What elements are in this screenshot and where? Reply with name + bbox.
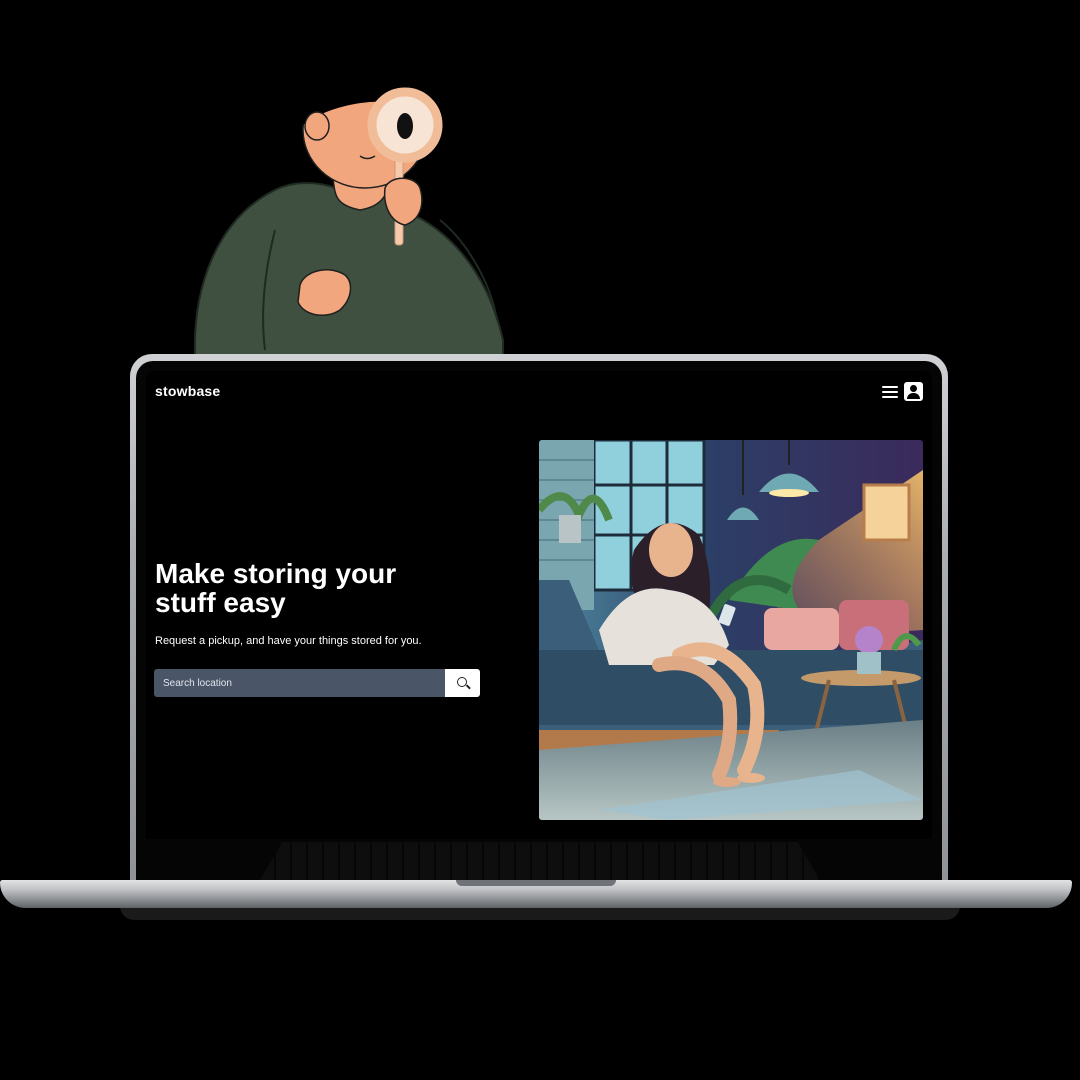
header-actions bbox=[882, 382, 923, 401]
laptop-screen: stowbase Make storing your stuff easy Re… bbox=[146, 371, 932, 839]
hero-subtitle: Request a pickup, and have your things s… bbox=[155, 635, 422, 647]
search-location-input[interactable] bbox=[154, 669, 445, 697]
hero-title: Make storing your stuff easy bbox=[155, 558, 397, 618]
laptop-base-shadow bbox=[120, 906, 960, 920]
laptop-opening-notch bbox=[456, 880, 616, 886]
hamburger-menu-icon[interactable] bbox=[882, 385, 898, 398]
user-account-icon[interactable] bbox=[904, 382, 923, 401]
keyboard-reflection bbox=[260, 842, 820, 880]
brand-logo[interactable]: stowbase bbox=[155, 383, 220, 399]
stage: stowbase Make storing your stuff easy Re… bbox=[0, 0, 1080, 1080]
person-with-magnifier-illustration bbox=[193, 70, 504, 361]
search-button[interactable] bbox=[445, 669, 480, 697]
location-search bbox=[154, 669, 480, 697]
hero-image-woman-on-couch bbox=[539, 440, 923, 820]
